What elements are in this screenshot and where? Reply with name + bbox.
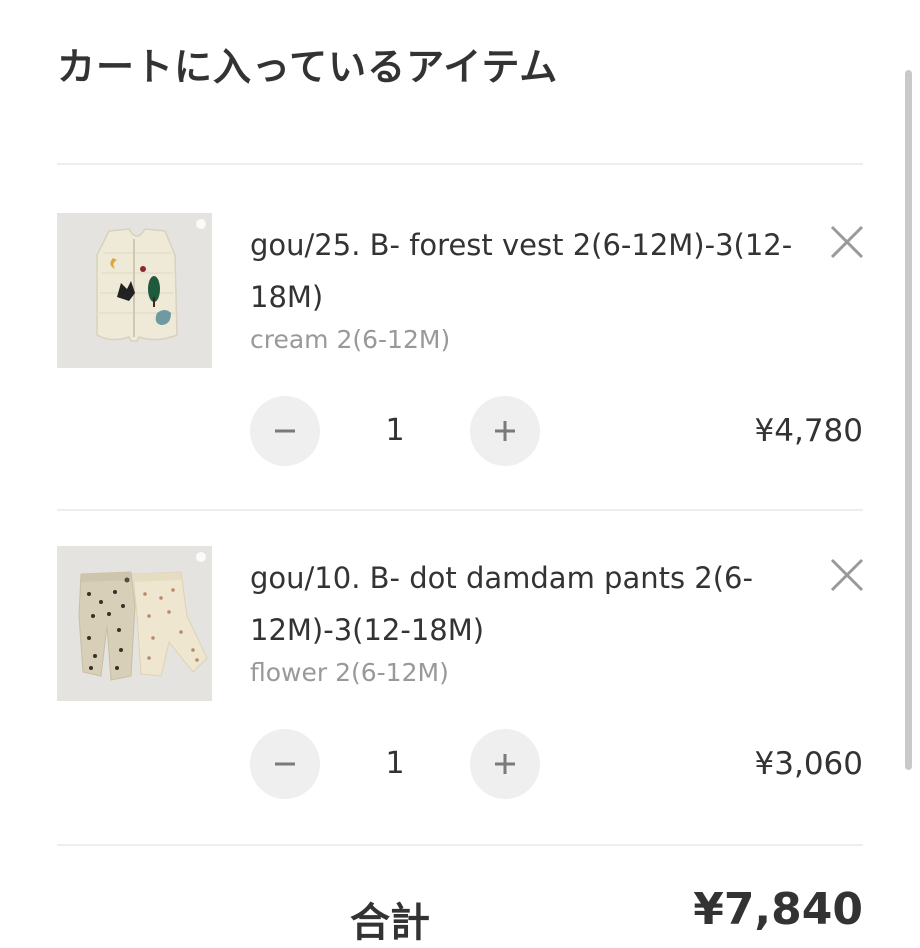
item-price: ¥3,060: [754, 746, 863, 782]
increase-quantity-button[interactable]: [470, 396, 540, 466]
cart-item: gou/25. B- forest vest 2(6-12M)-3(12-18M…: [0, 213, 920, 513]
product-image-pants[interactable]: [57, 546, 212, 701]
page-title: カートに入っているアイテム: [57, 45, 559, 89]
quantity-value: 1: [385, 413, 405, 448]
product-name[interactable]: gou/10. B- dot damdam pants 2(6-12M)-3(1…: [250, 552, 810, 656]
product-variant: cream 2(6-12M): [250, 325, 451, 354]
decrease-quantity-button[interactable]: [250, 729, 320, 799]
remove-item-button[interactable]: [826, 554, 868, 596]
remove-item-button[interactable]: [826, 221, 868, 263]
total-label: 合計: [350, 900, 430, 946]
total-value: ¥7,840: [693, 884, 863, 935]
product-variant: flower 2(6-12M): [250, 658, 449, 687]
plus-icon: [495, 421, 515, 441]
close-icon: [830, 558, 864, 592]
divider: [57, 163, 863, 165]
product-name[interactable]: gou/25. B- forest vest 2(6-12M)-3(12-18M…: [250, 219, 810, 323]
minus-icon: [275, 429, 295, 433]
close-icon: [830, 225, 864, 259]
plus-icon: [495, 754, 515, 774]
increase-quantity-button[interactable]: [470, 729, 540, 799]
product-image-vest[interactable]: [57, 213, 212, 368]
minus-icon: [275, 762, 295, 766]
cart-item: gou/10. B- dot damdam pants 2(6-12M)-3(1…: [0, 546, 920, 846]
item-price: ¥4,780: [754, 413, 863, 449]
divider: [57, 509, 863, 511]
divider: [57, 844, 863, 846]
quantity-value: 1: [385, 746, 405, 781]
decrease-quantity-button[interactable]: [250, 396, 320, 466]
